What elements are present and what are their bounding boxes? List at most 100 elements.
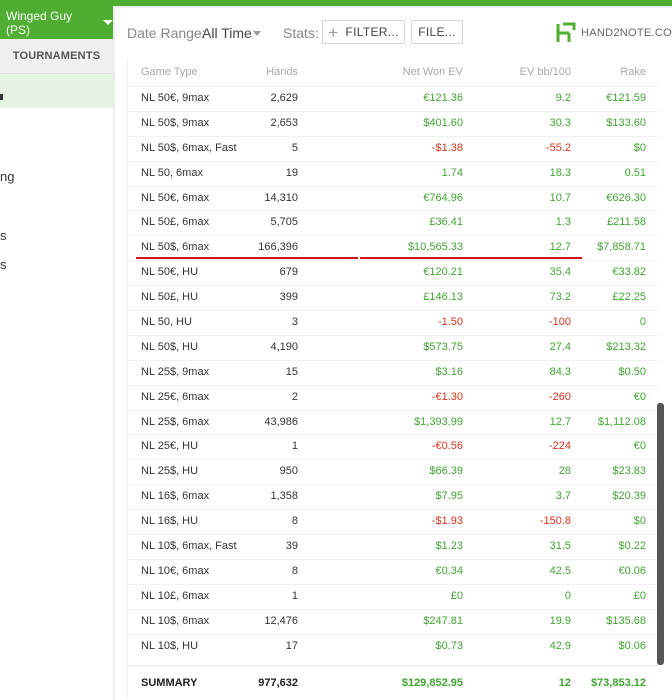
summary-row: SUMMARY 977,632 $129,852.95 12 $73,853.1… — [128, 665, 658, 698]
cell-net-won: $401.60 — [423, 116, 463, 129]
cell-hands: 4,190 — [270, 340, 298, 353]
tab-tournaments-label: TOURNAMENTS — [12, 50, 101, 62]
cell-game-type: NL 50€, 6max — [141, 191, 210, 204]
cell-game-type: NL 50£, 6max — [141, 216, 210, 229]
cell-ev-bb100: 10.7 — [549, 191, 571, 204]
table-row[interactable]: NL 50£, HU 399 £146.13 73.2 £22.25 — [128, 285, 658, 310]
cell-hands: 15 — [285, 365, 298, 378]
table-row[interactable]: NL 50$, HU 4,190 $573.75 27.4 $213.32 — [128, 334, 658, 360]
stats-table: Game Type Hands Net Won EV EV bb/100 Rak… — [127, 60, 658, 698]
sidebar-item-label[interactable]: ng — [0, 169, 14, 184]
table-row[interactable]: NL 50€, 9max 2,629 €121.36 9.2 €121.59 — [128, 86, 658, 111]
table-row[interactable]: NL 50£, 6max 5,705 £36.41 1.3 £211.58 — [128, 210, 658, 235]
scrollbar[interactable] — [657, 403, 664, 665]
cell-rake: $213.32 — [606, 340, 646, 353]
cell-game-type: NL 50€, 9max — [141, 92, 210, 104]
chevron-down-icon[interactable] — [253, 31, 261, 36]
cell-rake: $0.50 — [618, 365, 646, 378]
cell-hands: 3 — [291, 316, 298, 329]
file-button[interactable]: FILE... — [411, 20, 463, 44]
cell-net-won: €121.36 — [423, 92, 463, 104]
col-game-type[interactable]: Game Type — [141, 66, 198, 78]
player-name: Winged Guy (PS) — [6, 8, 73, 37]
sidebar-item-label[interactable]: s — [0, 228, 7, 243]
cell-hands: 1,358 — [270, 490, 298, 503]
cell-ev-bb100: 42.5 — [549, 564, 571, 577]
table-row[interactable]: NL 50€, HU 679 €120.21 35.4 €33.82 — [128, 260, 658, 285]
table-row[interactable]: NL 10$, 6max 12,476 $247.81 19.9 $135.68 — [128, 608, 658, 634]
cell-rake: €121.59 — [606, 92, 646, 104]
cell-hands: 2,629 — [270, 92, 298, 104]
table-row[interactable]: NL 25$, 9max 15 $3.16 84.3 $0.50 — [128, 359, 658, 385]
cell-rake: £0 — [633, 589, 646, 602]
cell-ev-bb100: -55.2 — [545, 141, 571, 154]
table-row[interactable]: NL 25$, HU 950 $66.39 28 $23.83 — [128, 459, 658, 484]
cell-hands: 43,986 — [264, 415, 298, 428]
table-row[interactable]: NL 10$, 6max, Fast 39 $1.23 31.5 $0.22 — [128, 534, 658, 559]
cell-rake: €0.06 — [618, 564, 646, 577]
cell-rake: $0 — [633, 515, 646, 528]
cell-hands: 399 — [279, 291, 298, 304]
cell-rake: €0 — [633, 440, 646, 453]
cell-rake: €33.82 — [612, 266, 646, 279]
cell-net-won: $10,565.33 — [407, 241, 463, 254]
cell-ev-bb100: 84.3 — [549, 365, 571, 378]
date-range-select[interactable]: All Time — [202, 25, 252, 41]
table-row[interactable]: NL 25€, 6max 2 -€1.30 -260 €0 — [128, 384, 658, 410]
cell-game-type: NL 10£, 6max — [141, 589, 210, 602]
cell-game-type: NL 16$, 6max — [141, 490, 210, 503]
col-net-won-ev[interactable]: Net Won EV — [403, 66, 463, 78]
cell-hands: 5,705 — [270, 216, 298, 229]
cell-net-won: $1.23 — [435, 540, 463, 553]
cell-net-won: -€0.56 — [431, 440, 463, 453]
table-row[interactable]: NL 50, 6max 19 1.74 18.3 0.51 — [128, 160, 658, 186]
cell-rake: $20.39 — [612, 490, 646, 503]
annotation-underline — [360, 257, 582, 259]
table-row[interactable]: NL 16$, HU 8 -$1.93 -150.8 $0 — [128, 509, 658, 534]
cell-ev-bb100: -150.8 — [539, 515, 571, 528]
cell-hands: 679 — [279, 266, 298, 279]
stats-label: Stats: — [283, 25, 319, 41]
annotation-underline — [136, 257, 358, 259]
table-row[interactable]: NL 25€, HU 1 -€0.56 -224 €0 — [128, 434, 658, 459]
cell-hands: 17 — [285, 639, 298, 652]
table-row[interactable]: NL 16$, 6max 1,358 $7.95 3.7 $20.39 — [128, 484, 658, 509]
cell-net-won: £146.13 — [423, 291, 463, 304]
table-row[interactable]: NL 25$, 6max 43,986 $1,393.99 12.7 $1,112.08 — [128, 409, 658, 435]
cell-ev-bb100: 3.7 — [555, 490, 571, 503]
cell-hands: 12,476 — [264, 614, 298, 627]
hand2note-logo-icon — [556, 22, 576, 42]
summary-label: SUMMARY — [141, 677, 198, 689]
filter-button[interactable]: + FILTER... — [322, 20, 405, 44]
sidebar-item-label[interactable]: s — [0, 257, 7, 272]
table-row[interactable]: NL 50$, 6max, Fast 5 -$1.38 -55.2 $0 — [128, 135, 658, 161]
hand2note-logo: HAND2NOTE.COM — [556, 21, 672, 45]
col-hands[interactable]: Hands — [266, 66, 298, 78]
cell-net-won: -$1.38 — [431, 141, 463, 154]
table-row[interactable]: NL 10£, 6max 1 £0 0 £0 — [128, 583, 658, 609]
cell-rake: £22.25 — [612, 291, 646, 304]
table-row[interactable]: NL 50€, 6max 14,310 €764.96 10.7 €626.30 — [128, 185, 658, 211]
col-ev-bb100[interactable]: EV bb/100 — [520, 66, 571, 78]
cell-net-won: 1.74 — [441, 166, 463, 179]
tab-tournaments[interactable]: TOURNAMENTS — [0, 39, 113, 74]
table-row[interactable]: NL 10$, HU 17 $0.73 42.9 $0.06 — [128, 633, 658, 659]
col-rake[interactable]: Rake — [620, 66, 646, 78]
cell-game-type: NL 50, HU — [141, 316, 192, 329]
table-row[interactable]: NL 50, HU 3 -1.50 -100 0 — [128, 310, 658, 335]
table-row[interactable]: NL 50$, 9max 2,653 $401.60 30.3 $133.60 — [128, 110, 658, 136]
cell-game-type: NL 25$, 6max — [141, 415, 210, 428]
player-selector[interactable]: Winged Guy (PS) — [0, 6, 113, 39]
cell-rake: €0 — [633, 390, 646, 403]
table-row[interactable]: NL 10€, 6max 8 €0.34 42.5 €0.06 — [128, 558, 658, 584]
toolbar: Date Range: All Time Stats: + FILTER... … — [115, 8, 672, 58]
cell-ev-bb100: 28 — [558, 465, 571, 478]
summary-ev-bb100: 12 — [558, 677, 571, 689]
summary-hands: 977,632 — [258, 677, 298, 689]
cell-game-type: NL 16$, HU — [141, 515, 199, 528]
cell-net-won: -1.50 — [437, 316, 463, 329]
sidebar-active-item[interactable] — [0, 74, 113, 108]
stats-panel: Date Range: All Time Stats: + FILTER... … — [115, 8, 672, 700]
cell-rake: $133.60 — [606, 116, 646, 129]
cell-net-won: €0.34 — [435, 564, 463, 577]
